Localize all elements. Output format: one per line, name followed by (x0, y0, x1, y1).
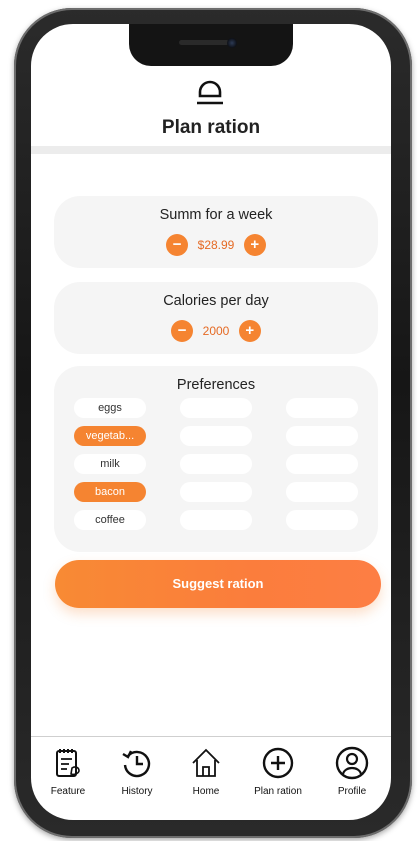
budget-value: $28.99 (197, 238, 235, 252)
budget-card: Summ for a week − $28.99 + (54, 196, 378, 268)
calories-card-title: Calories per day (163, 293, 269, 309)
preference-chip-eggs[interactable]: eggs (74, 398, 146, 418)
history-icon (122, 750, 151, 778)
calories-value: 2000 (202, 324, 230, 338)
preference-chip-milk[interactable]: milk (74, 454, 146, 474)
suggest-ration-button[interactable]: Suggest ration (55, 560, 381, 608)
nav-item-feature[interactable]: Feature (35, 746, 101, 806)
preference-chip-vegetables[interactable]: vegetab... (74, 426, 146, 446)
header-divider (31, 146, 391, 154)
nav-item-profile[interactable]: Profile (319, 746, 385, 806)
budget-increase-button[interactable]: + (243, 234, 266, 256)
phone-frame: Plan ration Summ for a week − $28.99 + C… (14, 8, 412, 838)
budget-card-title: Summ for a week (159, 207, 273, 223)
budget-stepper: − $28.99 + (54, 234, 378, 256)
phone-notch (129, 24, 293, 66)
page-title: Plan ration (161, 117, 261, 138)
nav-label-history: History (121, 786, 153, 797)
preference-chip-bacon[interactable]: bacon (74, 482, 146, 502)
nav-label-plan-ration: Plan ration (254, 786, 302, 797)
speaker-grille (179, 40, 229, 45)
preference-chip-empty[interactable] (286, 482, 358, 502)
preference-chip-empty[interactable] (180, 482, 252, 502)
notebook-icon (56, 749, 80, 777)
calories-stepper: − 2000 + (54, 320, 378, 342)
home-icon (192, 748, 220, 777)
calories-card: Calories per day − 2000 + (54, 282, 378, 354)
preference-chip-empty[interactable] (180, 510, 252, 530)
preference-chip-empty[interactable] (286, 454, 358, 474)
nav-item-plan-ration[interactable]: Plan ration (245, 746, 311, 806)
nav-item-home[interactable]: Home (173, 746, 239, 806)
preference-chip-empty[interactable] (180, 454, 252, 474)
nav-item-history[interactable]: History (104, 746, 170, 806)
calories-decrease-button[interactable]: − (171, 320, 194, 342)
profile-icon (335, 746, 369, 780)
plus-circle-icon (262, 747, 294, 779)
preference-chip-coffee[interactable]: coffee (74, 510, 146, 530)
preferences-card: Preferences eggs vegetab... milk bacon c… (54, 366, 378, 552)
preference-chip-empty[interactable] (180, 426, 252, 446)
preference-chip-empty[interactable] (286, 398, 358, 418)
preference-chip-empty[interactable] (286, 510, 358, 530)
nav-label-profile: Profile (337, 786, 367, 797)
nav-label-home: Home (192, 786, 220, 797)
budget-decrease-button[interactable]: − (166, 234, 189, 256)
cloche-logo-icon (197, 80, 223, 105)
preference-chip-empty[interactable] (286, 426, 358, 446)
bottom-nav-divider (31, 736, 391, 737)
calories-increase-button[interactable]: + (238, 320, 261, 342)
preference-chip-empty[interactable] (180, 398, 252, 418)
app-screen: Plan ration Summ for a week − $28.99 + C… (31, 24, 391, 820)
front-camera (227, 38, 237, 48)
preferences-card-title: Preferences (176, 377, 256, 393)
nav-label-feature: Feature (50, 786, 86, 797)
